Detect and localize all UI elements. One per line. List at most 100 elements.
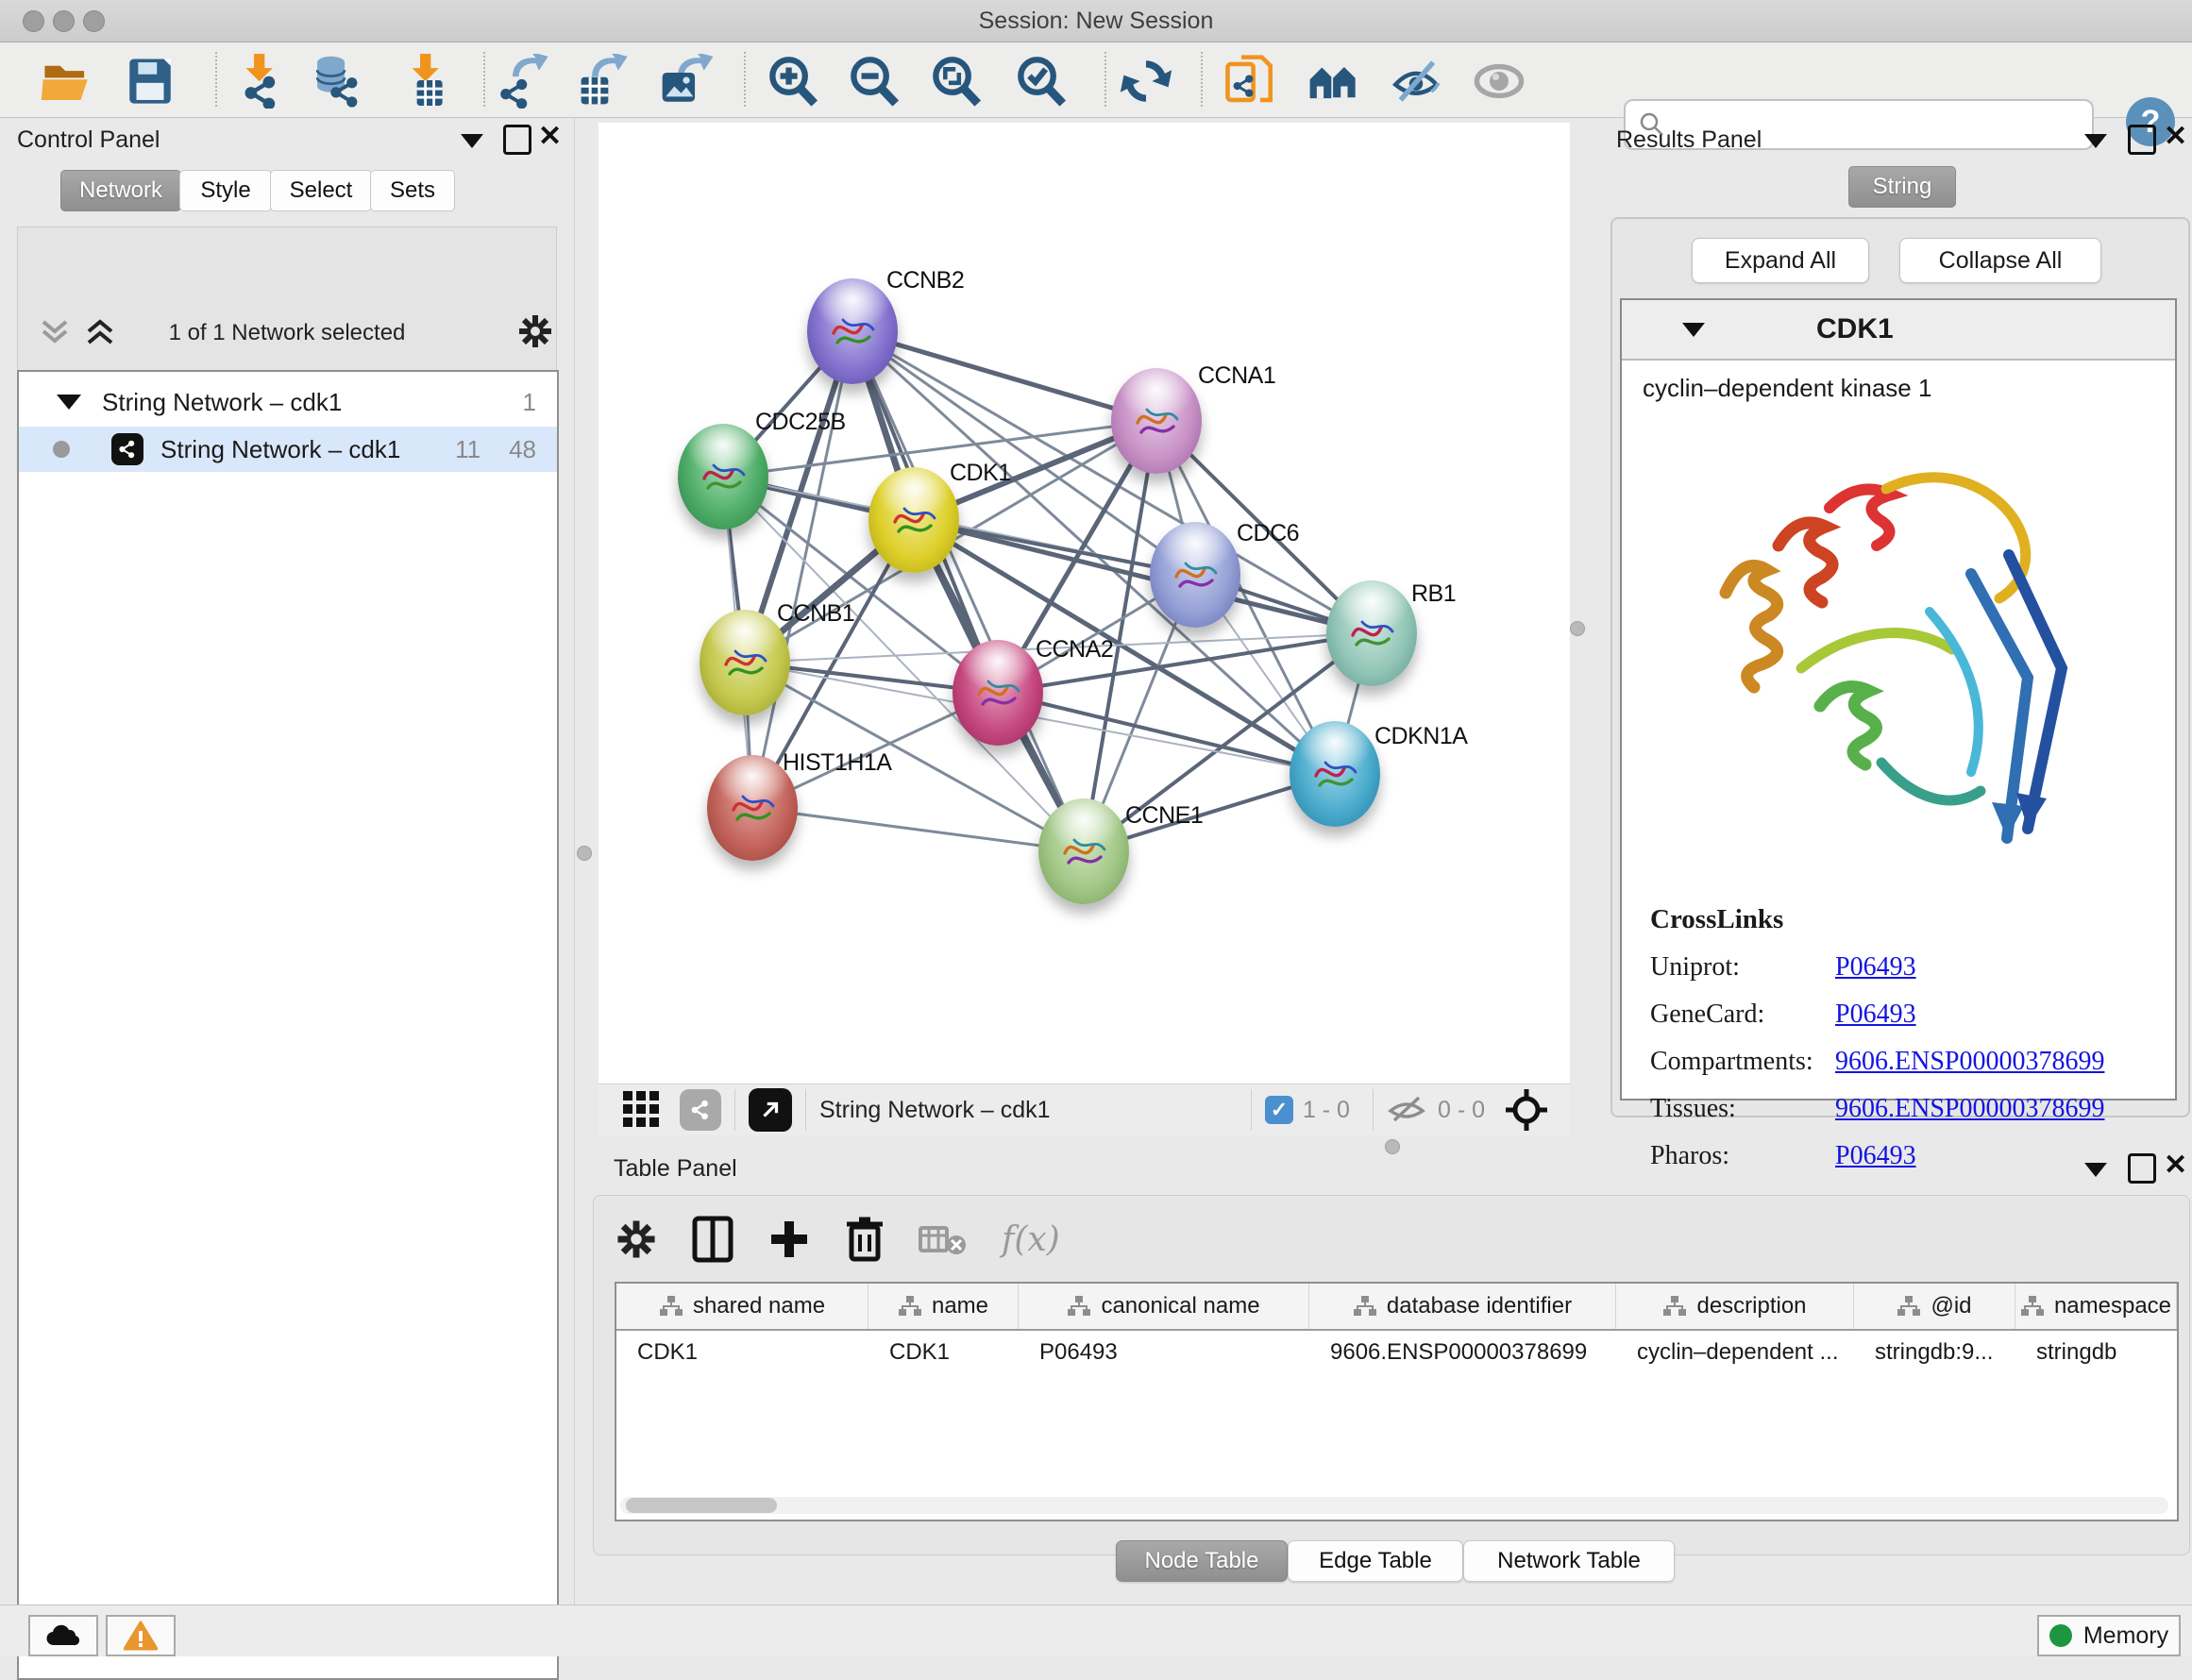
cell-namespace[interactable]: stringdb bbox=[2015, 1331, 2177, 1374]
control-panel-float-icon[interactable] bbox=[503, 125, 531, 155]
tab-network[interactable]: Network bbox=[60, 170, 181, 211]
zoom-fit-icon[interactable] bbox=[930, 54, 985, 107]
selected-node-edge-counts: 1 - 0 bbox=[1303, 1097, 1350, 1124]
control-panel-dock-icon[interactable] bbox=[461, 134, 483, 148]
control-panel-close-icon[interactable]: ✕ bbox=[538, 125, 562, 149]
table-settings-gear-icon[interactable] bbox=[615, 1218, 658, 1261]
node-CCNA2[interactable] bbox=[953, 640, 1043, 746]
column-header-id[interactable]: @id bbox=[1854, 1284, 2015, 1329]
column-header-description[interactable]: description bbox=[1616, 1284, 1854, 1329]
cell-databaseidentifier[interactable]: 9606.ENSP00000378699 bbox=[1309, 1331, 1616, 1374]
cell-id[interactable]: stringdb:9... bbox=[1854, 1331, 2015, 1374]
collection-expand-caret[interactable] bbox=[57, 395, 81, 410]
tab-network-table[interactable]: Network Table bbox=[1463, 1540, 1675, 1582]
cell-name[interactable]: CDK1 bbox=[868, 1331, 1019, 1374]
crosslink-link[interactable]: P06493 bbox=[1835, 1000, 1916, 1030]
save-session-icon[interactable] bbox=[123, 54, 177, 107]
gear-icon[interactable] bbox=[516, 312, 554, 350]
cell-description[interactable]: cyclin–dependent ... bbox=[1616, 1331, 1854, 1374]
open-file-icon[interactable] bbox=[40, 54, 94, 107]
node-label-HIST1H1A: HIST1H1A bbox=[783, 749, 891, 777]
table-panel-close-icon[interactable]: ✕ bbox=[2164, 1153, 2187, 1178]
show-eye-icon[interactable] bbox=[1472, 54, 1526, 107]
edge-HIST1H1A-CCNE1[interactable] bbox=[752, 808, 1084, 851]
import-table-file-icon[interactable] bbox=[396, 54, 450, 107]
hidden-eye-icon[interactable] bbox=[1387, 1094, 1426, 1126]
first-neighbors-icon[interactable] bbox=[1307, 54, 1361, 107]
node-CCNE1[interactable] bbox=[1038, 798, 1129, 904]
column-header-databaseidentifier[interactable]: database identifier bbox=[1309, 1284, 1616, 1329]
result-entry-header[interactable]: CDK1 bbox=[1622, 300, 2175, 361]
delete-table-icon[interactable] bbox=[919, 1222, 968, 1256]
function-builder-icon[interactable]: f(x) bbox=[1002, 1220, 1060, 1259]
create-column-icon[interactable] bbox=[767, 1218, 811, 1261]
expand-all-button[interactable]: Expand All bbox=[1692, 238, 1869, 283]
collapse-all-button[interactable]: Collapse All bbox=[1899, 238, 2101, 283]
entry-collapse-caret[interactable] bbox=[1682, 323, 1705, 337]
zoom-in-icon[interactable] bbox=[767, 54, 821, 107]
table-panel-float-icon[interactable] bbox=[2128, 1153, 2156, 1184]
import-network-database-icon[interactable] bbox=[309, 54, 363, 107]
protein-structure-image bbox=[1688, 432, 2103, 876]
column-header-namespace[interactable]: namespace bbox=[2015, 1284, 2177, 1329]
node-CDC6[interactable] bbox=[1150, 522, 1240, 628]
entry-gene-name: CDK1 bbox=[1816, 313, 1894, 345]
node-CCNA1[interactable] bbox=[1111, 368, 1202, 474]
string-style-icon[interactable] bbox=[680, 1089, 721, 1131]
node-label-CDK1: CDK1 bbox=[950, 460, 1011, 487]
edge-CCNB2-CCNA1[interactable] bbox=[852, 331, 1156, 421]
tab-style[interactable]: Style bbox=[179, 170, 272, 211]
delete-column-icon[interactable] bbox=[845, 1216, 885, 1263]
tab-string[interactable]: String bbox=[1848, 166, 1956, 208]
zoom-out-icon[interactable] bbox=[848, 54, 902, 107]
node-table: shared namenamecanonical namedatabase id… bbox=[615, 1282, 2179, 1521]
node-CDK1[interactable] bbox=[868, 467, 959, 573]
node-CDKN1A[interactable] bbox=[1290, 721, 1380, 827]
node-CDC25B[interactable] bbox=[678, 424, 768, 529]
show-column-icon[interactable] bbox=[692, 1216, 733, 1263]
table-row[interactable]: CDK1CDK1P064939606.ENSP00000378699cyclin… bbox=[616, 1331, 2177, 1374]
tab-select[interactable]: Select bbox=[270, 170, 372, 211]
tab-node-table[interactable]: Node Table bbox=[1116, 1540, 1288, 1582]
export-network-icon[interactable] bbox=[496, 54, 550, 107]
network-row-selected[interactable]: String Network – cdk1 11 48 bbox=[19, 427, 557, 472]
memory-button[interactable]: Memory bbox=[2037, 1615, 2181, 1656]
node-CCNB2[interactable] bbox=[807, 278, 898, 384]
control-panel-title: Control Panel bbox=[17, 126, 160, 154]
clone-network-icon[interactable] bbox=[1222, 54, 1277, 107]
edge-CCNB2-HIST1H1A[interactable] bbox=[752, 331, 852, 808]
zoom-selected-icon[interactable] bbox=[1015, 54, 1070, 107]
birds-eye-icon[interactable] bbox=[1504, 1087, 1549, 1133]
network-collection-row[interactable]: String Network – cdk1 1 bbox=[19, 379, 557, 425]
open-in-window-icon[interactable] bbox=[749, 1088, 792, 1132]
results-panel-float-icon[interactable] bbox=[2128, 125, 2156, 155]
export-table-icon[interactable] bbox=[575, 54, 630, 107]
selected-checkbox-icon[interactable]: ✓ bbox=[1265, 1096, 1293, 1124]
tab-sets[interactable]: Sets bbox=[370, 170, 455, 211]
column-header-name[interactable]: name bbox=[868, 1284, 1019, 1329]
grid-view-icon[interactable] bbox=[621, 1089, 663, 1131]
cell-canonicalname[interactable]: P06493 bbox=[1019, 1331, 1309, 1374]
import-network-file-icon[interactable] bbox=[229, 54, 284, 107]
crosslink-link[interactable]: P06493 bbox=[1835, 952, 1916, 983]
export-image-icon[interactable] bbox=[659, 54, 714, 107]
edge-CCNA2-CDKN1A[interactable] bbox=[998, 693, 1335, 774]
table-panel-dock-icon[interactable] bbox=[2084, 1163, 2107, 1177]
crosslink-link[interactable]: 9606.ENSP00000378699 bbox=[1835, 1094, 2104, 1124]
warning-button[interactable] bbox=[106, 1615, 176, 1656]
refresh-icon[interactable] bbox=[1119, 54, 1173, 107]
left-splitter-handle[interactable] bbox=[577, 846, 592, 861]
network-canvas[interactable]: CCNB2 CCNA1 CDC25B CDK1 CDC6 RB1 CCNB1 C… bbox=[599, 123, 1570, 1084]
results-panel-dock-icon[interactable] bbox=[2084, 134, 2107, 148]
horizontal-scrollbar[interactable] bbox=[620, 1497, 2168, 1514]
crosslink-link[interactable]: 9606.ENSP00000378699 bbox=[1835, 1047, 2104, 1077]
results-panel-close-icon[interactable]: ✕ bbox=[2164, 125, 2187, 149]
tab-edge-table[interactable]: Edge Table bbox=[1288, 1540, 1463, 1582]
node-RB1[interactable] bbox=[1326, 580, 1417, 686]
status-bar: Memory bbox=[0, 1604, 2192, 1656]
column-header-canonicalname[interactable]: canonical name bbox=[1019, 1284, 1309, 1329]
hide-selected-icon[interactable] bbox=[1389, 54, 1443, 107]
column-header-sharedname[interactable]: shared name bbox=[616, 1284, 868, 1329]
cloud-button[interactable] bbox=[28, 1615, 98, 1656]
cell-sharedname[interactable]: CDK1 bbox=[616, 1331, 868, 1374]
